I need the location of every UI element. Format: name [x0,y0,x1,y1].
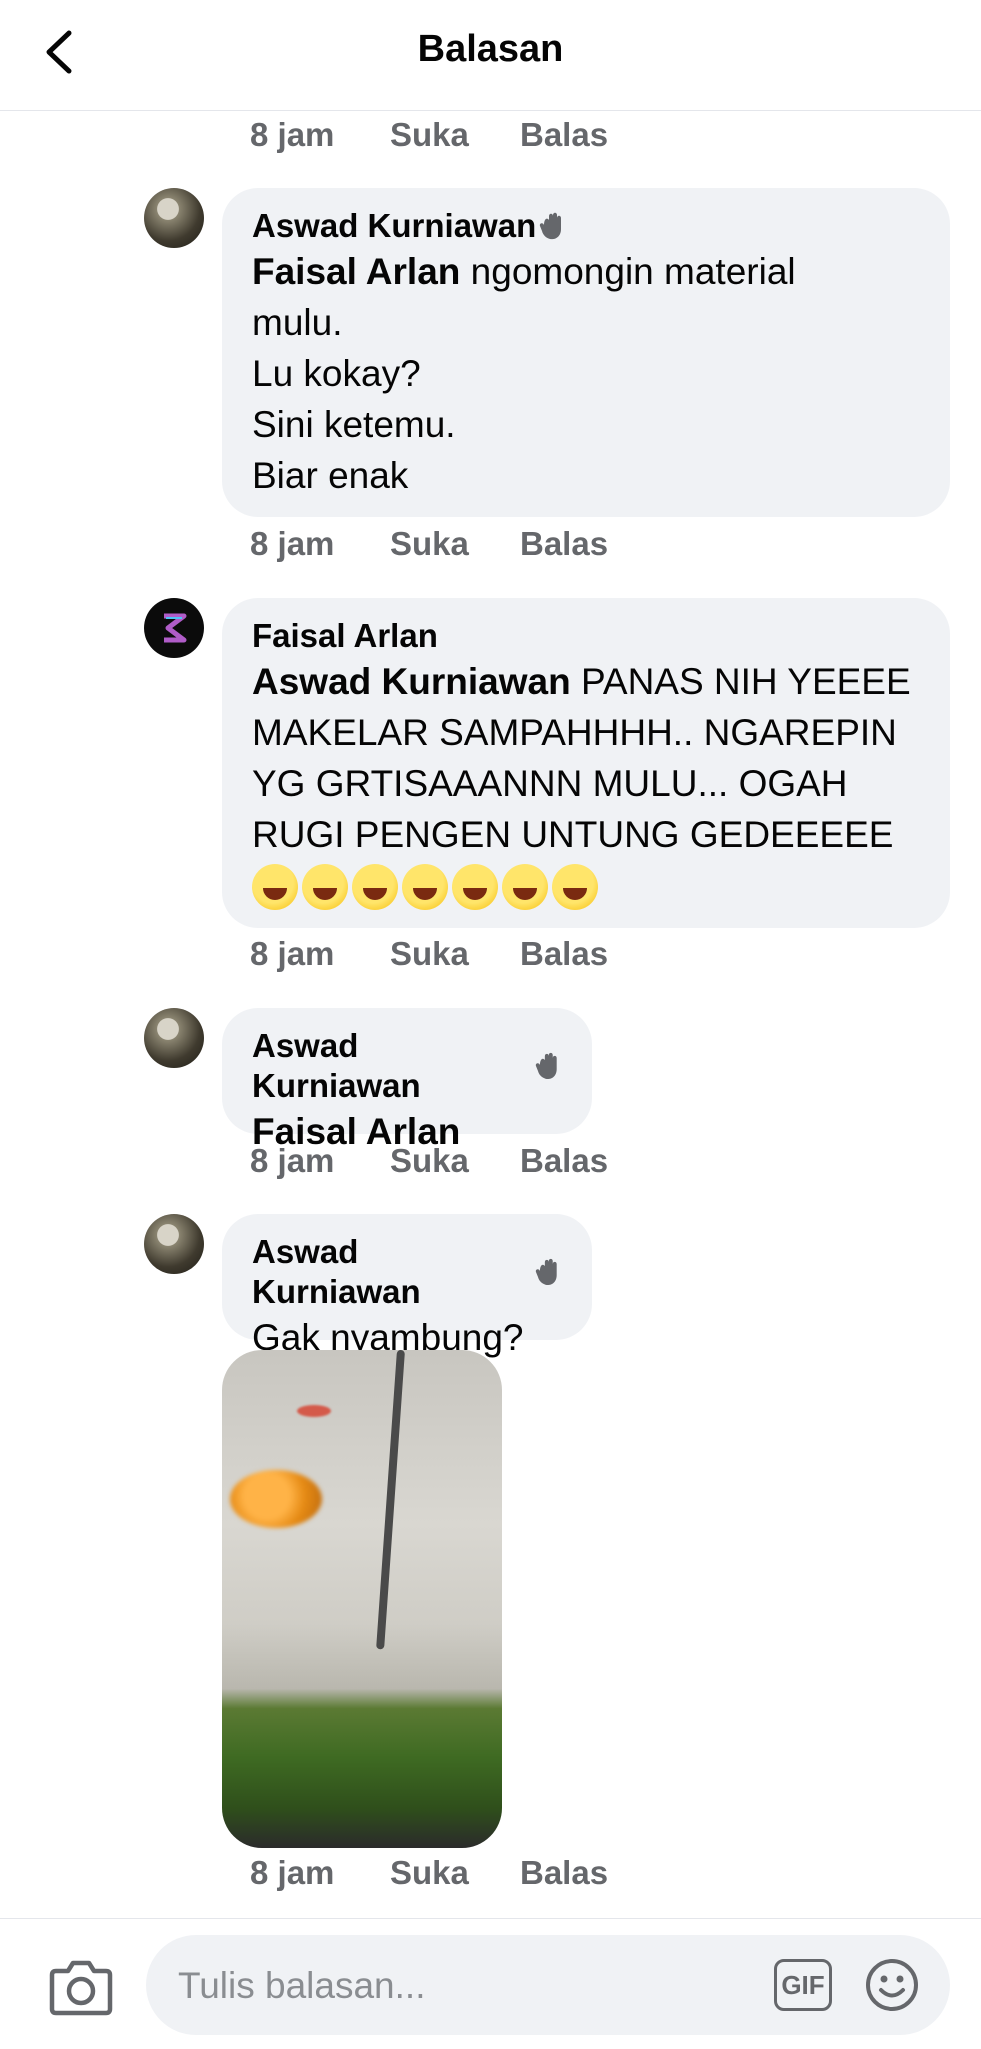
like-button[interactable]: Suka [390,525,520,563]
reply-button[interactable]: Balas [520,116,608,154]
smiley-icon [866,1959,918,2011]
comment-actions: 8 jam Suka Balas [250,110,608,160]
avatar-logo-icon [164,613,187,643]
reply-button[interactable]: Balas [520,935,608,973]
goldfish-shape [230,1470,322,1528]
tears-of-joy-icon [302,864,348,910]
comment-text: Faisal Arlan ngomongin material mulu. Lu… [252,251,796,496]
comment-time: 8 jam [250,525,335,562]
small-fish-shape [297,1405,331,1417]
waving-hand-icon [540,212,562,240]
header-bar: Balasan [0,0,981,111]
comment-actions: 8 jam Suka Balas [250,929,608,979]
reply-button[interactable]: Balas [520,1854,608,1892]
comment-time: 8 jam [250,1142,335,1179]
comment-author[interactable]: Aswad Kurniawan [252,1026,562,1106]
grinning-sweat-icon [402,864,448,910]
comment-text: Aswad Kurniawan PANAS NIH YEEEE MAKELAR … [252,661,911,855]
comment-author[interactable]: Aswad Kurniawan [252,206,920,246]
air-tube-shape [376,1350,405,1650]
comment-actions: 8 jam Suka Balas [250,1136,608,1186]
tears-of-joy-icon [552,864,598,910]
like-button[interactable]: Suka [390,1142,520,1180]
like-button[interactable]: Suka [390,935,520,973]
comment-bubble: Aswad Kurniawan Faisal Arlan [222,1008,592,1152]
camera-button[interactable] [48,1957,114,2017]
reply-input-container: GIF [146,1935,950,2035]
comment-bubble: Faisal Arlan Aswad Kurniawan PANAS NIH Y… [222,598,950,928]
gif-button[interactable]: GIF [774,1959,832,2011]
avatar[interactable] [144,1008,204,1068]
comment-time: 8 jam [250,116,335,153]
comment-time: 8 jam [250,1854,335,1891]
mention-link[interactable]: Faisal Arlan [252,251,460,292]
comment-bubble: Aswad Kurniawan Gak nyambung? [222,1214,592,1358]
avatar[interactable] [144,1214,204,1274]
emoji-row [252,864,920,910]
comment-time: 8 jam [250,935,335,972]
avatar[interactable] [144,188,204,248]
attached-aquarium-photo[interactable] [222,1350,502,1848]
reply-button[interactable]: Balas [520,525,608,563]
rolling-laughing-icon [252,864,298,910]
comment-author[interactable]: Faisal Arlan [252,616,920,656]
like-button[interactable]: Suka [390,1854,520,1892]
page-title: Balasan [417,28,564,70]
waving-hand-icon [536,1052,558,1080]
comment-bubble: Aswad Kurniawan Faisal Arlan ngomongin m… [222,188,950,517]
rolling-laughing-icon [502,864,548,910]
mention-link[interactable]: Aswad Kurniawan [252,661,571,702]
comment-author[interactable]: Aswad Kurniawan [252,1232,562,1312]
comment-actions: 8 jam Suka Balas [250,1848,608,1898]
reply-button[interactable]: Balas [520,1142,608,1180]
emoji-button[interactable] [864,1957,920,2013]
avatar[interactable] [144,598,204,658]
comment-actions: 8 jam Suka Balas [250,519,608,569]
grinning-sweat-icon [352,864,398,910]
reply-composer: GIF [0,1918,981,2049]
like-button[interactable]: Suka [390,116,520,154]
waving-hand-icon [536,1258,558,1286]
reply-input[interactable] [176,1959,740,2013]
camera-icon [49,1960,113,2016]
grinning-sweat-icon [452,864,498,910]
